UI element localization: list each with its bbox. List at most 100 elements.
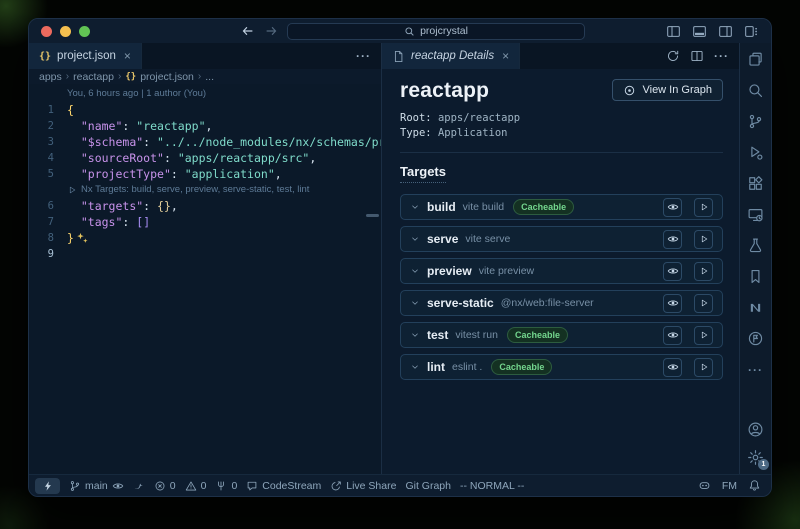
project-title: reactapp [400, 79, 489, 103]
code-line[interactable]: 5 "projectType": "application", [29, 166, 381, 182]
target-eye-button[interactable] [663, 326, 682, 345]
play-outline-icon [67, 185, 77, 195]
target-eye-button[interactable] [663, 358, 682, 377]
live-share-icon [330, 480, 342, 492]
status-live-share[interactable]: Live Share [330, 480, 396, 492]
activity-testing[interactable] [747, 237, 764, 254]
refresh-icon[interactable] [666, 49, 680, 63]
code-line[interactable]: 7 "tags": [] [29, 214, 381, 230]
more-actions-icon[interactable]: ··· [714, 49, 729, 63]
code-token: : [122, 118, 136, 134]
activity-remote-explorer[interactable] [747, 206, 764, 223]
minimize-window-button[interactable] [60, 26, 71, 37]
code-editor[interactable]: You, 6 hours ago | 1 author (You)1{2 "na… [29, 84, 381, 474]
status-0[interactable]: 0 [154, 480, 176, 492]
code-line[interactable]: 4 "sourceRoot": "apps/reactapp/src", [29, 150, 381, 166]
target-run-button[interactable] [694, 262, 713, 281]
command-center-search[interactable]: projcrystal [287, 23, 585, 40]
breadcrumb-item[interactable]: reactapp [73, 71, 114, 83]
view-in-graph-button[interactable]: View In Graph [612, 79, 723, 101]
run-debug-icon [747, 144, 764, 161]
codelens-line[interactable]: You, 6 hours ago | 1 author (You) [29, 86, 381, 102]
close-tab-icon[interactable]: × [502, 49, 509, 63]
code-line[interactable]: 9 [29, 246, 381, 262]
breadcrumb-item[interactable]: project.json [140, 71, 194, 83]
play-outline-icon [699, 330, 709, 340]
more-actions-icon[interactable]: ··· [356, 49, 371, 63]
layout-sidebar-left-icon[interactable] [666, 24, 681, 39]
status-remote-bolt[interactable] [35, 478, 60, 494]
target-eye-button[interactable] [663, 230, 682, 249]
activity-git-graph[interactable] [747, 330, 764, 347]
zoom-window-button[interactable] [79, 26, 90, 37]
code-line[interactable]: 2 "name": "reactapp", [29, 118, 381, 134]
status-main[interactable]: main [69, 480, 124, 492]
layout-sidebar-right-icon[interactable] [718, 24, 733, 39]
status-bird[interactable] [133, 480, 145, 492]
breadcrumb[interactable]: apps›reactapp›{}project.json›... [29, 69, 381, 84]
code-line[interactable]: 1{ [29, 102, 381, 118]
target-row-serve[interactable]: servevite serve [400, 226, 723, 252]
customize-layout-icon[interactable] [744, 24, 759, 39]
activity-settings-gear[interactable]: 1 [747, 449, 764, 466]
target-run-button[interactable] [694, 198, 713, 217]
editor-group-left: {} project.json × ··· apps›reactapp›{}pr… [29, 43, 381, 474]
activity-account[interactable] [747, 421, 764, 438]
activity-files[interactable] [747, 51, 764, 68]
breadcrumb-item[interactable]: apps [39, 71, 62, 83]
code-line[interactable]: 8} [29, 230, 381, 246]
split-editor-icon[interactable] [690, 49, 704, 63]
line-number: 9 [29, 246, 67, 262]
forward-icon[interactable] [264, 24, 278, 38]
status-git-graph[interactable]: Git Graph [405, 480, 451, 492]
target-run-button[interactable] [694, 326, 713, 345]
target-eye-button[interactable] [663, 262, 682, 281]
activity-nx-console[interactable] [747, 299, 764, 316]
status-0[interactable]: 0 [185, 480, 207, 492]
eye-icon [667, 265, 679, 277]
code-line[interactable]: 3 "$schema": "../../node_modules/nx/sche… [29, 134, 381, 150]
activity-extensions[interactable] [747, 175, 764, 192]
status-copilot[interactable] [698, 479, 711, 492]
layout-panel-icon[interactable] [692, 24, 707, 39]
back-icon[interactable] [241, 24, 255, 38]
copilot-icon [698, 479, 711, 492]
close-window-button[interactable] [41, 26, 52, 37]
status-bell[interactable] [748, 479, 761, 492]
target-eye-button[interactable] [663, 294, 682, 313]
target-name: test [427, 328, 448, 342]
status-fm[interactable]: FM [722, 480, 737, 492]
files-icon [747, 51, 764, 68]
activity-more[interactable]: ··· [747, 361, 764, 378]
target-row-serve-static[interactable]: serve-static@nx/web:file-server [400, 290, 723, 316]
tab-project-json[interactable]: {} project.json × [29, 43, 142, 69]
target-row-test[interactable]: testvitest runCacheable [400, 322, 723, 348]
activity-top: ··· [747, 51, 764, 378]
target-row-preview[interactable]: previewvite preview [400, 258, 723, 284]
codelens-line[interactable]: Nx Targets: build, serve, preview, serve… [29, 182, 381, 198]
status-0[interactable]: 0 [215, 480, 237, 492]
activity-bookmarks[interactable] [747, 268, 764, 285]
meta-value: apps/reactapp [438, 112, 520, 124]
status-normal[interactable]: -- NORMAL -- [460, 480, 524, 492]
target-run-button[interactable] [694, 358, 713, 377]
target-run-button[interactable] [694, 294, 713, 313]
target-row-build[interactable]: buildvite buildCacheable [400, 194, 723, 220]
close-tab-icon[interactable]: × [124, 49, 131, 63]
activity-source-control[interactable] [747, 113, 764, 130]
target-row-lint[interactable]: linteslint .Cacheable [400, 354, 723, 380]
scrollbar-handle[interactable] [366, 214, 379, 217]
breadcrumb-item[interactable]: ... [205, 71, 214, 83]
activity-search[interactable] [747, 82, 764, 99]
status-codestream[interactable]: CodeStream [246, 480, 321, 492]
code-line[interactable]: 6 "targets": {}, [29, 198, 381, 214]
warning-triangle-icon [185, 480, 197, 492]
title-bar[interactable]: projcrystal [29, 19, 771, 43]
code-token: : [164, 150, 178, 166]
tab-reactapp-details[interactable]: reactapp Details × [382, 43, 520, 69]
target-eye-button[interactable] [663, 198, 682, 217]
activity-run-debug[interactable] [747, 144, 764, 161]
status-right: FM [698, 479, 761, 492]
target-run-button[interactable] [694, 230, 713, 249]
git-graph-icon [747, 330, 764, 347]
